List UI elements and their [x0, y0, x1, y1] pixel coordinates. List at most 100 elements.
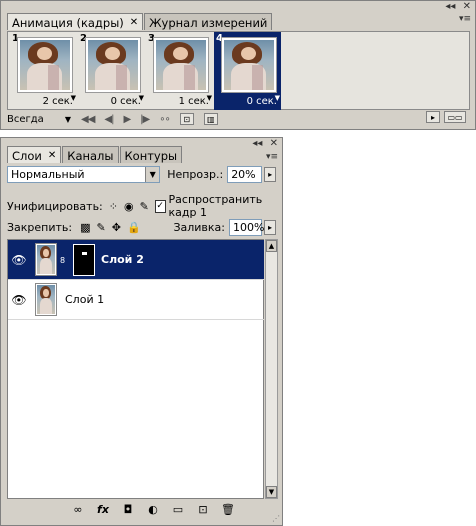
blend-mode-value: Нормальный	[11, 168, 85, 181]
first-frame-icon[interactable]: ◀◀	[81, 114, 95, 125]
layers-tabs: Слои ✕ Каналы Контуры	[7, 146, 183, 163]
duration-dropdown-icon[interactable]: ▼	[207, 94, 212, 102]
scroll-up-icon[interactable]: ▲	[266, 240, 277, 252]
tab-label: Контуры	[124, 148, 178, 163]
unify-row: Унифицировать: ⁘ ◉ ✎ ✓ Распространить ка…	[7, 193, 276, 219]
tab-label: Каналы	[67, 148, 114, 163]
layers-panel: ◂◂ ✕ ▾≡ Слои ✕ Каналы Контуры Нормальный…	[0, 137, 283, 526]
link-layers-icon[interactable]: ∞	[71, 503, 85, 516]
fx-icon[interactable]: fx	[96, 503, 110, 516]
delete-layer-icon[interactable]: 🗑	[221, 503, 235, 516]
lock-brush-icon[interactable]: ✎	[97, 221, 106, 234]
layers-scrollbar[interactable]: ▲ ▼	[265, 239, 278, 499]
duration-dropdown-icon[interactable]: ▼	[275, 94, 280, 102]
lock-label: Закрепить:	[7, 221, 73, 234]
adjustment-layer-icon[interactable]: ◐	[146, 503, 160, 516]
new-frame-icon[interactable]: ⊡	[179, 113, 194, 125]
opacity-field[interactable]: 20%	[227, 166, 263, 183]
panel-close-icon[interactable]: ✕	[463, 1, 471, 12]
frame-2[interactable]: 2 0 сек. ▼	[78, 32, 145, 110]
tab-close-icon[interactable]: ✕	[130, 17, 138, 28]
layers-list: 👁 8 Слой 2 👁 Слой 1	[7, 239, 264, 499]
duration-dropdown-icon[interactable]: ▼	[71, 94, 76, 102]
lock-transparency-icon[interactable]: ▩	[80, 221, 90, 234]
tab-label: Слои	[12, 148, 42, 163]
collapse-icon[interactable]: ◂◂	[445, 1, 455, 12]
animation-toolbar: Всегда ▼ ◀◀ ◀| ▶ |▶ ∘∘ ⊡ ▥ ▸ ▭▭	[7, 111, 470, 127]
duration-dropdown-icon[interactable]: ▼	[139, 94, 144, 102]
unify-position-icon[interactable]: ⁘	[109, 200, 118, 213]
tab-paths[interactable]: Контуры	[119, 146, 183, 163]
lock-move-icon[interactable]: ✥	[112, 221, 121, 234]
unify-style-icon[interactable]: ✎	[140, 200, 149, 213]
frame-3[interactable]: 3 1 сек. ▼	[146, 32, 213, 110]
chevron-down-icon: ▼	[64, 114, 71, 124]
loop-select[interactable]: Всегда ▼	[7, 112, 71, 126]
collapse-icon[interactable]: ◂◂	[252, 138, 262, 149]
next-frame-icon[interactable]: |▶	[140, 114, 150, 125]
tab-layers[interactable]: Слои ✕	[7, 146, 62, 163]
tween-icon[interactable]: ∘∘	[159, 114, 170, 125]
tab-label: Анимация (кадры)	[12, 15, 124, 30]
propagate-checkbox[interactable]: ✓	[154, 199, 166, 213]
frame-duration[interactable]: 0 сек.	[111, 96, 141, 107]
fill-value: 100%	[233, 221, 265, 234]
frame-duration[interactable]: 2 сек.	[43, 96, 73, 107]
add-mask-icon[interactable]: ◘	[121, 503, 135, 516]
animation-tabs: Анимация (кадры) ✕ Журнал измерений	[7, 13, 273, 30]
frame-thumbnail	[221, 37, 277, 93]
layer-thumbnail	[35, 243, 57, 276]
resize-grip-icon[interactable]: ⋰	[272, 514, 280, 523]
fill-label: Заливка:	[173, 221, 225, 234]
opacity-value: 20%	[231, 168, 256, 181]
tab-animation[interactable]: Анимация (кадры) ✕	[7, 13, 144, 30]
scroll-right-icon[interactable]: ▸	[426, 111, 440, 123]
scroll-down-icon[interactable]: ▼	[266, 486, 277, 498]
fill-field[interactable]: 100%	[229, 219, 265, 236]
fill-slider-icon[interactable]: ▸	[264, 220, 276, 235]
eye-icon[interactable]: 👁	[10, 291, 28, 309]
tab-channels[interactable]: Каналы	[62, 146, 119, 163]
tab-close-icon[interactable]: ✕	[48, 150, 56, 161]
frame-duration[interactable]: 1 сек.	[179, 96, 209, 107]
frame-duration[interactable]: 0 сек.	[247, 96, 277, 107]
lock-row: Закрепить: ▩ ✎ ✥ 🔒 Заливка: 100% ▸	[7, 219, 276, 236]
frames-strip: 1 2 сек. ▼ 2 0 сек. ▼ 3 1 сек. ▼ 4 0 сек…	[7, 31, 470, 110]
opacity-slider-icon[interactable]: ▸	[264, 167, 276, 182]
layer-thumbnail	[35, 283, 57, 316]
layer-mask-thumbnail[interactable]	[73, 244, 95, 276]
chevron-down-icon: ▼	[145, 167, 160, 182]
chain-link-icon[interactable]: 8	[60, 256, 65, 265]
unify-label: Унифицировать:	[7, 199, 103, 213]
layer-name[interactable]: Слой 1	[65, 293, 104, 306]
unify-visibility-icon[interactable]: ◉	[124, 200, 134, 213]
prev-frame-icon[interactable]: ◀|	[104, 114, 114, 125]
frame-thumbnail	[153, 37, 209, 93]
play-icon[interactable]: ▶	[123, 114, 131, 125]
blend-row: Нормальный ▼ Непрозр.: 20% ▸	[7, 166, 276, 183]
new-group-icon[interactable]: ▭	[171, 503, 185, 516]
layers-bottom-toolbar: ∞ fx ◘ ◐ ▭ ⊡ 🗑	[71, 503, 235, 516]
tab-label: Журнал измерений	[149, 15, 268, 30]
frame-thumbnail	[85, 37, 141, 93]
tab-measurement-log[interactable]: Журнал измерений	[144, 13, 273, 30]
new-layer-icon[interactable]: ⊡	[196, 503, 210, 516]
animation-panel: ◂◂ ✕ ▾≡ Анимация (кадры) ✕ Журнал измере…	[0, 0, 476, 130]
blend-mode-select[interactable]: Нормальный ▼	[7, 166, 161, 183]
layer-name[interactable]: Слой 2	[101, 253, 144, 266]
delete-frame-icon[interactable]: ▥	[203, 113, 218, 125]
loop-value: Всегда	[7, 113, 44, 125]
timeline-mode-icon[interactable]: ▭▭	[444, 111, 466, 123]
frame-1[interactable]: 1 2 сек. ▼	[10, 32, 77, 110]
panel-menu-icon[interactable]: ▾≡	[266, 152, 278, 162]
eye-icon[interactable]: 👁	[10, 251, 28, 269]
frame-4[interactable]: 4 0 сек. ▼	[214, 32, 281, 110]
layer-2[interactable]: 👁 8 Слой 2	[8, 240, 264, 280]
panel-close-icon[interactable]: ✕	[270, 138, 278, 149]
panel-menu-icon[interactable]: ▾≡	[459, 14, 471, 24]
frame-thumbnail	[17, 37, 73, 93]
propagate-label: Распространить кадр 1	[168, 193, 263, 219]
opacity-label: Непрозр.:	[167, 168, 224, 181]
lock-all-icon[interactable]: 🔒	[127, 221, 141, 234]
layer-1[interactable]: 👁 Слой 1	[8, 280, 264, 320]
